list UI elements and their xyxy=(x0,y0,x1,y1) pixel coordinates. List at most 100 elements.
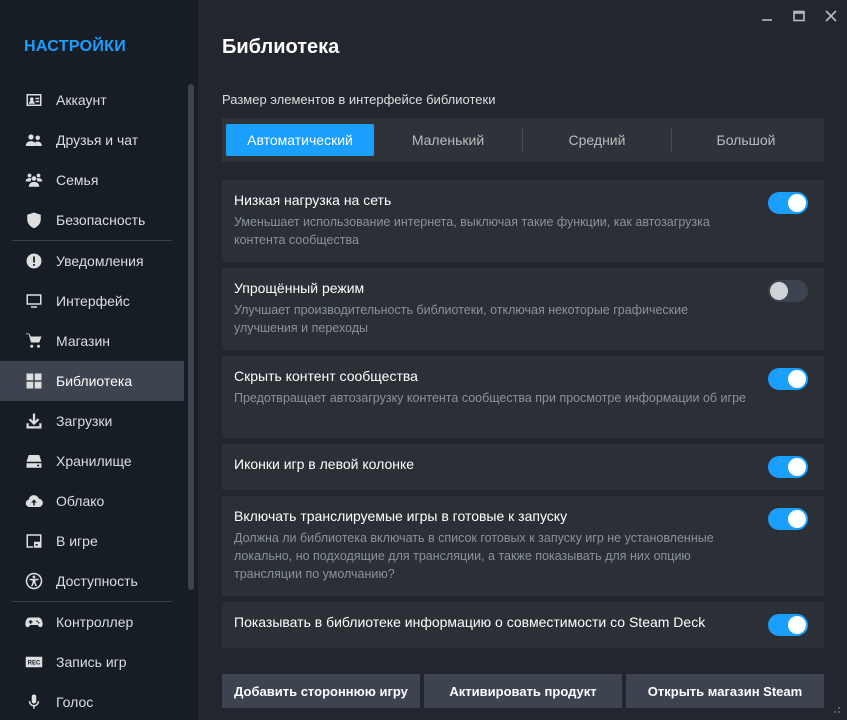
account-card-icon xyxy=(24,90,44,110)
sidebar-item-controller[interactable]: Контроллер xyxy=(0,602,184,642)
sidebar-item-label: Загрузки xyxy=(56,413,113,429)
toggle-knob xyxy=(770,282,788,300)
sidebar-item-label: Хранилище xyxy=(56,453,132,469)
library-size-label: Размер элементов в интерфейсе библиотеки xyxy=(222,92,496,107)
setting-left-column-icons: Иконки игр в левой колонке xyxy=(222,444,824,490)
setting-hide-community: Скрыть контент сообщества Предотвращает … xyxy=(222,356,824,438)
shield-icon xyxy=(24,210,44,230)
download-icon xyxy=(24,411,44,431)
setting-title: Показывать в библиотеке информацию о сов… xyxy=(234,614,706,630)
sidebar-item-accessibility[interactable]: Доступность xyxy=(0,561,184,601)
sidebar-item-label: Уведомления xyxy=(56,253,144,269)
sidebar-item-store[interactable]: Магазин xyxy=(0,321,184,361)
size-option-large[interactable]: Большой xyxy=(672,124,820,156)
sidebar-item-label: В игре xyxy=(56,533,98,549)
toggle-knob xyxy=(788,616,806,634)
size-option-small[interactable]: Маленький xyxy=(374,124,522,156)
open-store-button[interactable]: Открыть магазин Steam xyxy=(626,674,824,708)
setting-description: Предотвращает автозагрузку контента сооб… xyxy=(234,391,746,405)
size-option-medium[interactable]: Средний xyxy=(523,124,671,156)
alert-icon xyxy=(24,251,44,271)
setting-title: Включать транслируемые игры в готовые к … xyxy=(234,508,568,524)
sidebar-item-label: Безопасность xyxy=(56,212,146,228)
footer-actions: Добавить стороннюю игру Активировать про… xyxy=(222,674,824,708)
sidebar-item-account[interactable]: Аккаунт xyxy=(0,80,184,120)
sidebar-item-storage[interactable]: Хранилище xyxy=(0,441,184,481)
setting-description: Уменьшает использование интернета, выклю… xyxy=(234,215,710,247)
sidebar-item-label: Запись игр xyxy=(56,654,127,670)
toggle-knob xyxy=(788,510,806,528)
sidebar-item-label: Аккаунт xyxy=(56,92,107,108)
setting-simple-mode: Упрощённый режим Улучшает производительн… xyxy=(222,268,824,350)
settings-sidebar: НАСТРОЙКИ Аккаунт Друзья и чат Семья Без… xyxy=(0,0,198,720)
close-icon xyxy=(825,10,837,22)
setting-title: Иконки игр в левой колонке xyxy=(234,456,415,472)
sidebar-item-label: Доступность xyxy=(56,573,138,589)
maximize-button[interactable] xyxy=(783,0,815,32)
setting-low-bandwidth: Низкая нагрузка на сеть Уменьшает исполь… xyxy=(222,180,824,262)
toggle-knob xyxy=(788,370,806,388)
sidebar-item-library[interactable]: Библиотека xyxy=(0,361,184,401)
sidebar-item-voice[interactable]: Голос xyxy=(0,682,184,720)
setting-streamable-games: Включать транслируемые игры в готовые к … xyxy=(222,496,824,596)
setting-title: Низкая нагрузка на сеть xyxy=(234,192,392,208)
settings-nav: Аккаунт Друзья и чат Семья Безопасность … xyxy=(0,80,184,720)
drive-icon xyxy=(24,451,44,471)
cart-icon xyxy=(24,331,44,351)
page-title: Библиотека xyxy=(222,36,340,58)
simple-mode-toggle[interactable] xyxy=(768,280,808,302)
rec-icon: REC xyxy=(24,652,44,672)
grid-icon xyxy=(24,371,44,391)
sidebar-item-label: Контроллер xyxy=(56,614,134,630)
setting-steam-deck-compat: Показывать в библиотеке информацию о сов… xyxy=(222,602,824,648)
sidebar-item-label: Магазин xyxy=(56,333,111,349)
minimize-button[interactable] xyxy=(751,0,783,32)
library-size-selector: Автоматический Маленький Средний Большой xyxy=(222,118,824,162)
add-non-steam-game-button[interactable]: Добавить стороннюю игру xyxy=(222,674,420,708)
settings-content: Библиотека Размер элементов в интерфейсе… xyxy=(198,0,847,720)
sidebar-item-notifications[interactable]: Уведомления xyxy=(0,241,184,281)
sidebar-item-label: Друзья и чат xyxy=(56,132,139,148)
sidebar-item-label: Интерфейс xyxy=(56,293,130,309)
ingame-icon xyxy=(24,531,44,551)
friends-icon xyxy=(24,130,44,150)
close-button[interactable] xyxy=(815,0,847,32)
streamable-games-toggle[interactable] xyxy=(768,508,808,530)
svg-text:REC: REC xyxy=(28,661,41,667)
size-option-auto[interactable]: Автоматический xyxy=(226,124,374,156)
sidebar-item-label: Библиотека xyxy=(56,373,133,389)
setting-description: Улучшает производительность библиотеки, … xyxy=(234,303,689,335)
left-column-icons-toggle[interactable] xyxy=(768,456,808,478)
sidebar-item-label: Семья xyxy=(56,172,99,188)
sidebar-scrollbar[interactable] xyxy=(188,84,194,590)
cloud-icon xyxy=(24,491,44,511)
sidebar-item-recording[interactable]: REC Запись игр xyxy=(0,642,184,682)
low-bandwidth-toggle[interactable] xyxy=(768,192,808,214)
minimize-icon xyxy=(762,19,772,21)
sidebar-item-downloads[interactable]: Загрузки xyxy=(0,401,184,441)
window-controls xyxy=(751,0,847,32)
resize-grip-icon[interactable] xyxy=(831,704,841,714)
sidebar-item-family[interactable]: Семья xyxy=(0,160,184,200)
monitor-icon xyxy=(24,291,44,311)
sidebar-item-interface[interactable]: Интерфейс xyxy=(0,281,184,321)
setting-description: Должна ли библиотека включать в список г… xyxy=(234,531,714,581)
steam-deck-compat-toggle[interactable] xyxy=(768,614,808,636)
sidebar-item-label: Облако xyxy=(56,493,105,509)
maximize-icon xyxy=(793,10,805,22)
sidebar-item-ingame[interactable]: В игре xyxy=(0,521,184,561)
setting-title: Упрощённый режим xyxy=(234,280,365,296)
sidebar-item-friends[interactable]: Друзья и чат xyxy=(0,120,184,160)
toggle-knob xyxy=(788,458,806,476)
setting-title: Скрыть контент сообщества xyxy=(234,368,418,384)
toggle-knob xyxy=(788,194,806,212)
activate-product-button[interactable]: Активировать продукт xyxy=(424,674,622,708)
sidebar-item-security[interactable]: Безопасность xyxy=(0,200,184,240)
microphone-icon xyxy=(24,692,44,712)
sidebar-item-cloud[interactable]: Облако xyxy=(0,481,184,521)
accessibility-icon xyxy=(24,571,44,591)
hide-community-toggle[interactable] xyxy=(768,368,808,390)
gamepad-icon xyxy=(24,612,44,632)
sidebar-title: НАСТРОЙКИ xyxy=(24,38,127,55)
sidebar-item-label: Голос xyxy=(56,694,94,710)
